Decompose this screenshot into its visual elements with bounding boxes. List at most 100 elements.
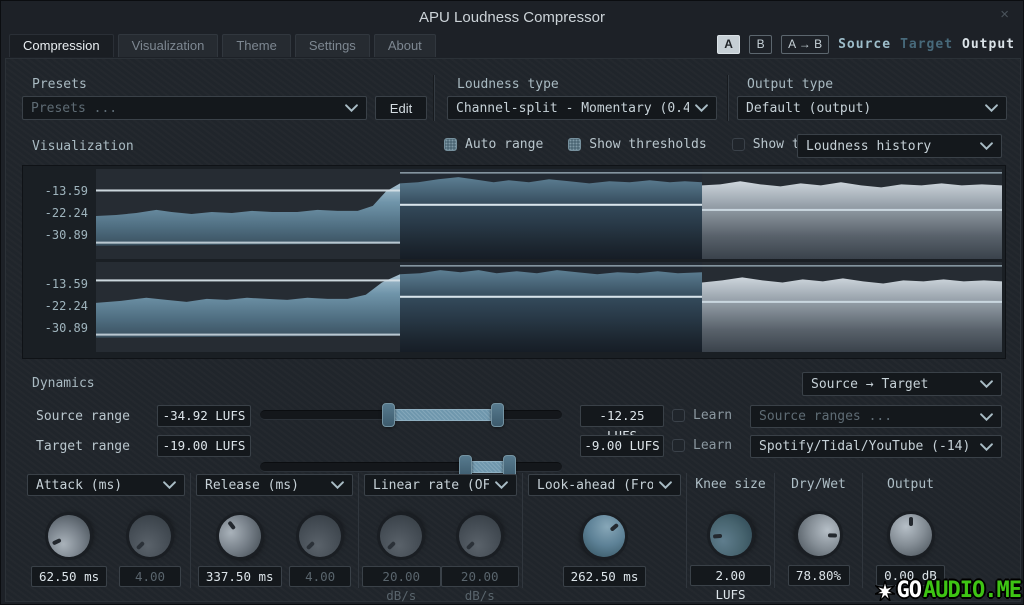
chevron-down-icon [659,481,672,489]
knob-pointer-icon [909,517,913,526]
knob-pointer-icon [610,523,619,532]
knob-group-dropdown[interactable]: Look-ahead (Front [528,474,681,496]
checkbox-label: Auto range [465,137,543,152]
output-toggle[interactable]: Output [962,37,1015,52]
target-preset-dropdown[interactable]: Spotify/Tidal/YouTube (-14) [750,435,1002,458]
axis-tick: -30.89 [45,228,88,242]
source-range-low-value[interactable]: -34.92 LUFS [157,405,251,427]
loudness-type-value: Channel-split - Momentary (0.4s) [456,101,689,116]
axis-tick: -22.24 [45,206,88,220]
target-toggle[interactable]: Target [900,37,953,52]
checkbox-show-thresholds[interactable]: Show thresholds [568,137,706,152]
tab-settings[interactable]: Settings [295,34,370,57]
source-toggle[interactable]: Source [838,37,891,52]
slider-range-fill[interactable] [388,409,497,421]
target-preset-value: Spotify/Tidal/YouTube (-14) [759,439,974,454]
knob[interactable] [372,506,431,565]
knob-value[interactable]: 20.00 dB/s [441,566,520,587]
loudness-graph-source: -13.59-22.24-30.89 [26,169,1002,259]
chevron-down-icon [980,380,993,388]
checkbox-box[interactable] [732,138,745,151]
knob-value[interactable]: 78.80% [788,565,850,586]
source-range-slider[interactable] [260,404,562,426]
learn-label: Learn [693,408,732,423]
knob-group-header: Look-ahead (Front [537,478,653,493]
waveform-display [96,262,1002,352]
source-range-label: Source range [36,409,130,424]
group-dry-wet: Dry/Wet 78.80% [774,473,862,588]
knob[interactable] [210,507,269,566]
source-ranges-dropdown[interactable]: Source ranges ... [750,405,1002,428]
divider [434,75,435,121]
slider-handle-high[interactable] [491,403,504,427]
knob[interactable] [41,508,97,564]
close-icon[interactable]: × [1000,6,1009,23]
knob[interactable] [890,514,932,556]
titlebar: APU Loudness Compressor × [1,1,1023,31]
chevron-down-icon [495,481,508,489]
viz-mode-dropdown[interactable]: Loudness history [797,134,1002,158]
knobs: 0.00 dB [866,495,955,587]
knob-value[interactable]: 62.50 ms [31,566,107,587]
dynamics-section-label: Dynamics [32,376,95,391]
axis-tick: -22.24 [45,299,88,313]
output-type-dropdown[interactable]: Default (output) [737,96,1007,120]
viz-mode-value: Loudness history [806,139,974,154]
knob[interactable] [450,506,509,565]
presets-section-label: Presets [32,77,87,92]
ab-controls: A B A → B Source Target Output [717,35,1015,57]
source-learn-checkbox[interactable]: Learn [672,408,732,423]
checkbox-auto-range[interactable]: Auto range [444,137,543,152]
dynamics-mode-dropdown[interactable]: Source → Target [802,372,1002,396]
snapshot-a-button[interactable]: A [717,35,740,54]
knob-value[interactable]: 2.00 LUFS [690,565,771,586]
checkbox-box[interactable] [568,138,581,151]
knob[interactable] [708,512,754,558]
knob[interactable] [797,513,840,556]
dynamics-mode-value: Source → Target [811,377,974,392]
slider-track[interactable] [260,462,562,472]
knobs: 62.50 ms 4.00 [25,496,187,588]
tab-visualization[interactable]: Visualization [118,34,219,57]
checkbox-box[interactable] [672,439,685,452]
knob[interactable] [575,506,634,565]
knob-group-dropdown[interactable]: Release (ms) [196,474,353,496]
tab-about[interactable]: About [374,34,436,57]
output-type-value: Default (output) [746,101,979,116]
group-linear-rate-off: Linear rate (OFF) 20.00 dB/s 20.00 dB/s [358,473,522,588]
knob-value[interactable]: 262.50 ms [563,566,647,587]
snapshot-b-button[interactable]: B [749,35,772,54]
tab-compression[interactable]: Compression [9,34,114,57]
knob-cell: 78.80% [788,514,850,586]
target-range-low-value[interactable]: -19.00 LUFS [157,435,251,457]
axis-ticks: -13.59-22.24-30.89 [26,262,96,352]
copy-a-to-b-button[interactable]: A → B [781,35,829,54]
waveform-display [96,169,1002,259]
knob-value[interactable]: 337.50 ms [198,566,282,587]
knob-value[interactable]: 4.00 [289,566,351,587]
knob[interactable] [120,506,179,565]
axis-tick: -30.89 [45,321,88,335]
loudness-type-dropdown[interactable]: Channel-split - Momentary (0.4s) [447,96,717,120]
checkbox-box[interactable] [444,138,457,151]
tab-label: Visualization [132,38,205,53]
presets-dropdown[interactable]: Presets ... [22,96,367,120]
checkbox-box[interactable] [672,409,685,422]
output-type-label: Output type [747,77,833,92]
source-ranges-value: Source ranges ... [759,409,974,424]
chevron-down-icon [985,104,998,112]
target-range-high-value[interactable]: -9.00 LUFS [580,435,664,457]
target-learn-checkbox[interactable]: Learn [672,438,732,453]
knob-group-dropdown[interactable]: Attack (ms) [27,474,185,496]
target-range-label: Target range [36,439,130,454]
source-range-high-value[interactable]: -12.25 LUFS [580,405,664,427]
slider-handle-low[interactable] [382,403,395,427]
tab-theme[interactable]: Theme [222,34,290,57]
knob-group-dropdown[interactable]: Linear rate (OFF) [364,474,517,496]
knob-value[interactable]: 20.00 dB/s [362,566,441,587]
knob-cell: 20.00 dB/s [362,515,441,587]
knob[interactable] [290,506,349,565]
knob-value[interactable]: 4.00 [119,566,181,587]
edit-preset-button[interactable]: Edit [375,96,427,120]
chevron-down-icon [980,443,993,451]
